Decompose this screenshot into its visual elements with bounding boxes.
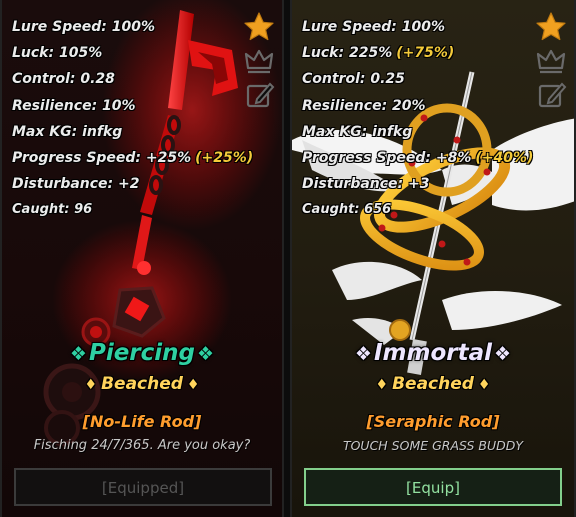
stat-control: Control: 0.25 — [302, 71, 405, 88]
modifier-name: Beached — [392, 374, 474, 394]
mutation-decoration-right: ❖ — [494, 343, 512, 365]
stat-disturbance: Disturbance: +3 — [302, 176, 430, 193]
modifier-name: Beached — [101, 374, 183, 394]
modifier-decoration-right: ♦ — [477, 377, 491, 393]
rod-stats-list: Lure Speed: 100% Luck: 225% (+75%) Contro… — [302, 14, 533, 224]
equipped-button[interactable]: [Equipped] — [14, 468, 272, 506]
stat-max-kg: Max KG: infkg — [302, 123, 413, 140]
mutation-name: Immortal — [373, 340, 493, 366]
stat-progress-speed-bonus: (+40%) — [475, 149, 534, 166]
stat-max-kg: Max KG: infkg — [12, 123, 123, 140]
modifier-label: ♦ Beached ♦ — [2, 374, 282, 394]
rod-name: [No-Life Rod] — [82, 412, 202, 431]
crown-icon[interactable] — [534, 44, 568, 78]
modifier-label: ♦ Beached ♦ — [292, 374, 574, 394]
mutation-label: ❖Immortal ❖ — [292, 340, 574, 366]
stat-progress-speed-value: Progress Speed: +25% — [12, 149, 192, 166]
stat-luck-bonus: (+75%) — [396, 45, 455, 62]
stat-lure-speed: Lure Speed: 100% — [302, 19, 446, 35]
stat-progress-speed-bonus: (+25%) — [195, 149, 254, 166]
edit-icon[interactable] — [242, 78, 276, 112]
card-action-icons — [242, 10, 276, 112]
edit-icon[interactable] — [534, 78, 568, 112]
star-icon[interactable] — [242, 10, 276, 44]
rod-description: Fisching 24/7/365. Are you okay? — [33, 438, 251, 453]
mutation-label: ❖Piercing ❖ — [2, 340, 282, 366]
rod-inventory: Lure Speed: 100% Luck: 105% Control: 0.2… — [0, 0, 576, 517]
equip-button[interactable]: [Equip] — [304, 468, 562, 506]
mutation-decoration-left: ❖ — [354, 343, 372, 365]
rod-name: [Seraphic Rod] — [366, 412, 500, 431]
mutation-decoration-left: ❖ — [69, 343, 87, 365]
stat-luck-value: Luck: 225% — [302, 45, 393, 62]
stat-progress-speed: Progress Speed: +8% (+40%) — [302, 145, 533, 171]
stat-progress-speed: Progress Speed: +25% (+25%) — [12, 145, 253, 171]
rod-card-seraphic[interactable]: Lure Speed: 100% Luck: 225% (+75%) Contro… — [290, 0, 576, 517]
modifier-decoration-left: ♦ — [375, 377, 389, 393]
rod-card-no-life[interactable]: Lure Speed: 100% Luck: 105% Control: 0.2… — [0, 0, 284, 517]
stat-progress-speed-value: Progress Speed: +8% — [302, 149, 472, 166]
star-icon[interactable] — [534, 10, 568, 44]
stat-control: Control: 0.28 — [12, 71, 115, 88]
rod-description: TOUCH SOME GRASS BUDDY — [342, 438, 524, 453]
stat-luck: Luck: 225% (+75%) — [302, 40, 533, 66]
stat-disturbance: Disturbance: +2 — [12, 176, 140, 193]
stat-lure-speed: Lure Speed: 100% — [12, 19, 156, 35]
stat-caught: Caught: 656 — [302, 202, 392, 218]
stat-resilience: Resilience: 20% — [302, 97, 426, 114]
stat-resilience: Resilience: 10% — [12, 97, 136, 114]
card-action-icons — [534, 10, 568, 112]
crown-icon[interactable] — [242, 44, 276, 78]
modifier-decoration-right: ♦ — [186, 377, 200, 393]
modifier-decoration-left: ♦ — [84, 377, 98, 393]
stat-caught: Caught: 96 — [12, 202, 93, 218]
mutation-name: Piercing — [88, 340, 196, 366]
stat-luck: Luck: 105% — [12, 45, 103, 62]
mutation-decoration-right: ❖ — [197, 343, 215, 365]
rod-stats-list: Lure Speed: 100% Luck: 105% Control: 0.2… — [12, 14, 253, 224]
